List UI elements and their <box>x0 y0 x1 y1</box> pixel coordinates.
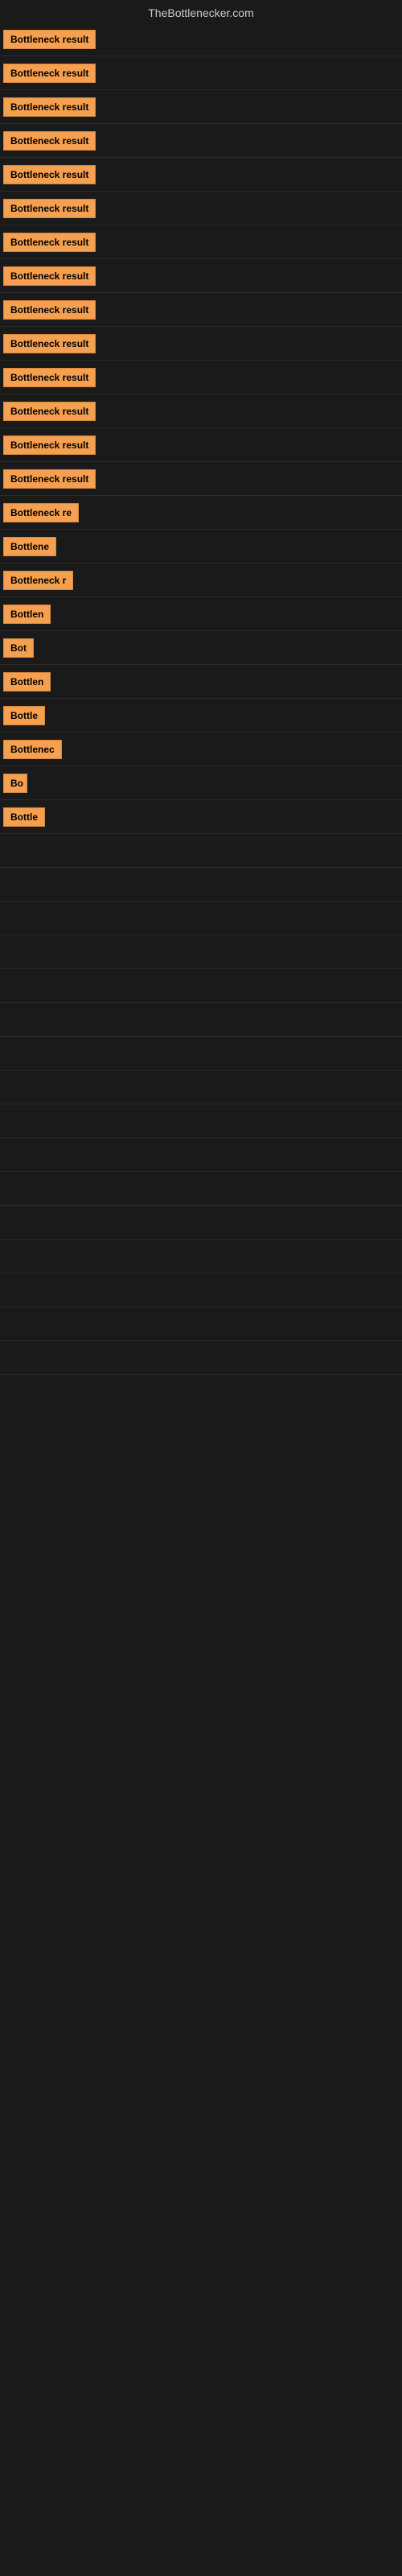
list-item: Bottleneck result <box>0 23 402 56</box>
bottleneck-result-badge: Bottleneck result <box>3 266 96 286</box>
bottleneck-result-badge: Bottleneck result <box>3 300 96 320</box>
list-item: Bottleneck result <box>0 327 402 361</box>
list-item: Bottlene <box>0 530 402 564</box>
list-item: Bo <box>0 766 402 800</box>
bottleneck-result-badge: Bottleneck result <box>3 436 96 455</box>
bottleneck-result-badge: Bottleneck result <box>3 97 96 117</box>
list-item <box>0 834 402 868</box>
site-title-text: TheBottlenecker.com <box>148 6 254 19</box>
bottleneck-result-badge: Bot <box>3 638 34 658</box>
bottleneck-result-badge: Bottleneck r <box>3 571 73 590</box>
list-item <box>0 1341 402 1375</box>
list-item: Bottleneck result <box>0 90 402 124</box>
bottleneck-result-badge: Bottleneck result <box>3 64 96 83</box>
list-item <box>0 1240 402 1274</box>
list-item: Bottleneck re <box>0 496 402 530</box>
bottleneck-result-badge: Bottle <box>3 706 45 725</box>
list-item: Bottlen <box>0 665 402 699</box>
list-item: Bottle <box>0 699 402 733</box>
list-item: Bottleneck result <box>0 394 402 428</box>
bottleneck-result-badge: Bo <box>3 774 27 793</box>
list-item <box>0 1274 402 1307</box>
bottleneck-result-badge: Bottleneck result <box>3 131 96 151</box>
list-item: Bottleneck r <box>0 564 402 597</box>
bottleneck-result-badge: Bottlen <box>3 605 51 624</box>
list-item: Bottle <box>0 800 402 834</box>
bottleneck-result-badge: Bottlenec <box>3 740 62 759</box>
list-item: Bottleneck result <box>0 259 402 293</box>
list-item <box>0 1037 402 1071</box>
list-item <box>0 1104 402 1138</box>
list-item: Bottlenec <box>0 733 402 766</box>
list-item <box>0 1071 402 1104</box>
list-item <box>0 868 402 902</box>
list-item: Bottleneck result <box>0 124 402 158</box>
list-item: Bottleneck result <box>0 225 402 259</box>
bottleneck-result-badge: Bottleneck result <box>3 233 96 252</box>
list-item: Bottlen <box>0 597 402 631</box>
site-title: TheBottlenecker.com <box>0 0 402 23</box>
bottleneck-result-badge: Bottleneck result <box>3 368 96 387</box>
list-item <box>0 1003 402 1037</box>
list-item <box>0 1138 402 1172</box>
bottleneck-result-badge: Bottleneck re <box>3 503 79 522</box>
list-item: Bottleneck result <box>0 192 402 225</box>
bottleneck-result-badge: Bottleneck result <box>3 199 96 218</box>
bottleneck-result-badge: Bottleneck result <box>3 402 96 421</box>
list-item <box>0 935 402 969</box>
bottleneck-result-badge: Bottlene <box>3 537 56 556</box>
list-item <box>0 1172 402 1206</box>
bottleneck-result-badge: Bottleneck result <box>3 334 96 353</box>
list-item: Bottleneck result <box>0 158 402 192</box>
list-item: Bottleneck result <box>0 462 402 496</box>
list-item <box>0 902 402 935</box>
bottleneck-result-badge: Bottleneck result <box>3 165 96 184</box>
list-item <box>0 1206 402 1240</box>
bottleneck-result-badge: Bottleneck result <box>3 30 96 49</box>
list-item: Bottleneck result <box>0 361 402 394</box>
list-item: Bottleneck result <box>0 293 402 327</box>
bottleneck-result-badge: Bottleneck result <box>3 469 96 489</box>
list-item: Bottleneck result <box>0 56 402 90</box>
list-item <box>0 1307 402 1341</box>
bottleneck-result-badge: Bottlen <box>3 672 51 691</box>
list-item: Bot <box>0 631 402 665</box>
bottleneck-result-badge: Bottle <box>3 807 45 827</box>
list-item: Bottleneck result <box>0 428 402 462</box>
list-item <box>0 969 402 1003</box>
